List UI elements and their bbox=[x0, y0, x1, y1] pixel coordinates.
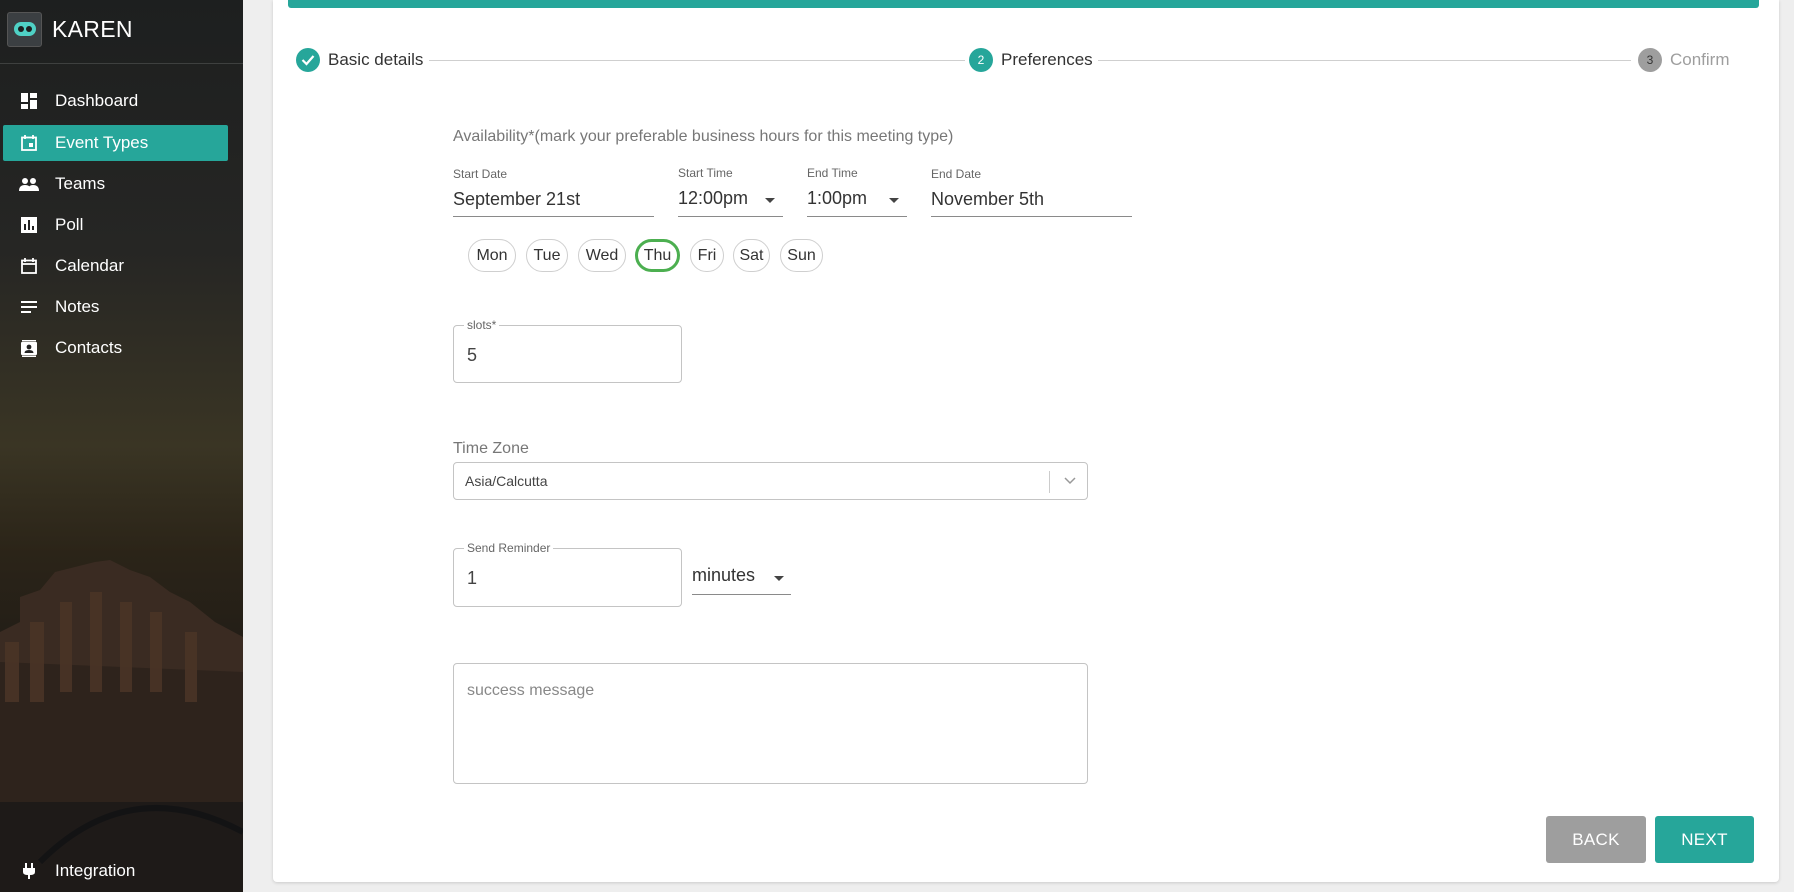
sidebar-item-label: Notes bbox=[55, 297, 100, 316]
start-date-label: Start Date bbox=[453, 167, 508, 181]
step-basic-details[interactable]: Basic details bbox=[296, 47, 423, 73]
step-label: Preferences bbox=[1001, 50, 1093, 69]
start-time-value: 12:00pm bbox=[678, 188, 749, 208]
slots-value: 5 bbox=[467, 345, 478, 365]
timezone-value: Asia/Calcutta bbox=[465, 473, 548, 489]
sidebar-background-cityscape bbox=[0, 560, 243, 892]
app-name: KAREN bbox=[52, 15, 133, 42]
reminder-label: Send Reminder bbox=[464, 541, 554, 555]
slots-input[interactable]: slots* 5 bbox=[453, 318, 682, 383]
sidebar-item-contacts[interactable]: Contacts bbox=[3, 330, 228, 366]
karen-logo-icon bbox=[7, 11, 42, 47]
step-label: Basic details bbox=[328, 50, 424, 69]
calendar-icon bbox=[18, 255, 40, 277]
end-date-field[interactable]: November 5th bbox=[931, 189, 1132, 217]
start-date-field[interactable]: September 21st bbox=[453, 189, 654, 217]
availability-heading: Availability*(mark your preferable busin… bbox=[453, 128, 954, 145]
start-date-value: September 21st bbox=[453, 189, 581, 209]
step-preferences[interactable]: 2 Preferences bbox=[969, 47, 1093, 73]
sidebar-item-dashboard[interactable]: Dashboard bbox=[3, 83, 228, 119]
chevron-down-icon bbox=[1063, 474, 1077, 493]
sidebar-item-label: Dashboard bbox=[55, 91, 139, 110]
sidebar-item-event-types[interactable]: Event Types bbox=[3, 125, 228, 161]
day-toggle-sat[interactable]: Sat bbox=[733, 239, 770, 272]
slots-label: slots* bbox=[464, 318, 500, 332]
sidebar-item-label: Teams bbox=[55, 174, 106, 193]
sidebar-item-notes[interactable]: Notes bbox=[3, 289, 228, 325]
sidebar-item-label: Integration bbox=[55, 861, 136, 880]
end-time-label: End Time bbox=[807, 166, 858, 180]
day-toggle-thu[interactable]: Thu bbox=[635, 239, 680, 272]
caret-down-icon bbox=[774, 576, 784, 581]
reminder-unit-select[interactable]: minutes bbox=[692, 565, 791, 595]
brand[interactable]: KAREN bbox=[7, 11, 133, 47]
step-confirm[interactable]: 3 Confirm bbox=[1638, 47, 1730, 73]
sidebar-item-label: Event Types bbox=[55, 133, 149, 152]
back-button[interactable]: BACK bbox=[1546, 816, 1646, 863]
check-icon bbox=[296, 48, 320, 72]
timezone-label: Time Zone bbox=[453, 440, 529, 457]
people-icon bbox=[18, 173, 40, 195]
sidebar: KAREN Dashboard Event Types Teams Poll C… bbox=[0, 0, 243, 892]
poll-icon bbox=[18, 214, 40, 236]
next-button[interactable]: NEXT bbox=[1655, 816, 1754, 863]
day-toggle-fri[interactable]: Fri bbox=[690, 239, 724, 272]
start-time-select[interactable]: 12:00pm bbox=[678, 188, 783, 217]
end-time-select[interactable]: 1:00pm bbox=[807, 188, 907, 217]
step-number: 3 bbox=[1638, 48, 1662, 72]
sidebar-divider bbox=[0, 63, 243, 64]
reminder-unit-value: minutes bbox=[692, 565, 756, 585]
card-accent-bar bbox=[288, 0, 1759, 8]
success-message-placeholder: success message bbox=[467, 682, 595, 699]
end-date-label: End Date bbox=[931, 167, 982, 181]
dashboard-icon bbox=[18, 90, 40, 112]
event-icon bbox=[18, 132, 40, 154]
sidebar-item-label: Contacts bbox=[55, 338, 123, 357]
notes-icon bbox=[18, 296, 40, 318]
day-toggle-sun[interactable]: Sun bbox=[780, 239, 823, 272]
caret-down-icon bbox=[889, 198, 899, 203]
caret-down-icon bbox=[765, 198, 775, 203]
start-time-label: Start Time bbox=[678, 166, 733, 180]
sidebar-item-integration[interactable]: Integration bbox=[3, 853, 228, 889]
sidebar-item-calendar[interactable]: Calendar bbox=[3, 248, 228, 284]
end-time-value: 1:00pm bbox=[807, 188, 868, 208]
reminder-input[interactable]: Send Reminder 1 bbox=[453, 541, 682, 607]
step-label: Confirm bbox=[1670, 50, 1730, 69]
reminder-value: 1 bbox=[467, 568, 478, 588]
end-date-value: November 5th bbox=[931, 189, 1045, 209]
sidebar-item-label: Calendar bbox=[55, 256, 124, 275]
success-message-textarea[interactable]: success message bbox=[453, 663, 1088, 784]
sidebar-item-teams[interactable]: Teams bbox=[3, 166, 228, 202]
day-toggle-wed[interactable]: Wed bbox=[578, 239, 626, 272]
day-toggle-mon[interactable]: Mon bbox=[468, 239, 516, 272]
stepper-connector bbox=[1098, 60, 1631, 61]
day-toggle-tue[interactable]: Tue bbox=[526, 239, 568, 272]
stepper-connector bbox=[429, 60, 965, 61]
contacts-icon bbox=[18, 337, 40, 359]
sidebar-item-poll[interactable]: Poll bbox=[3, 207, 228, 243]
timezone-select[interactable]: Asia/Calcutta bbox=[453, 462, 1088, 500]
plug-icon bbox=[18, 860, 40, 882]
sidebar-item-label: Poll bbox=[55, 215, 84, 234]
step-number: 2 bbox=[969, 48, 993, 72]
select-separator bbox=[1049, 471, 1050, 493]
